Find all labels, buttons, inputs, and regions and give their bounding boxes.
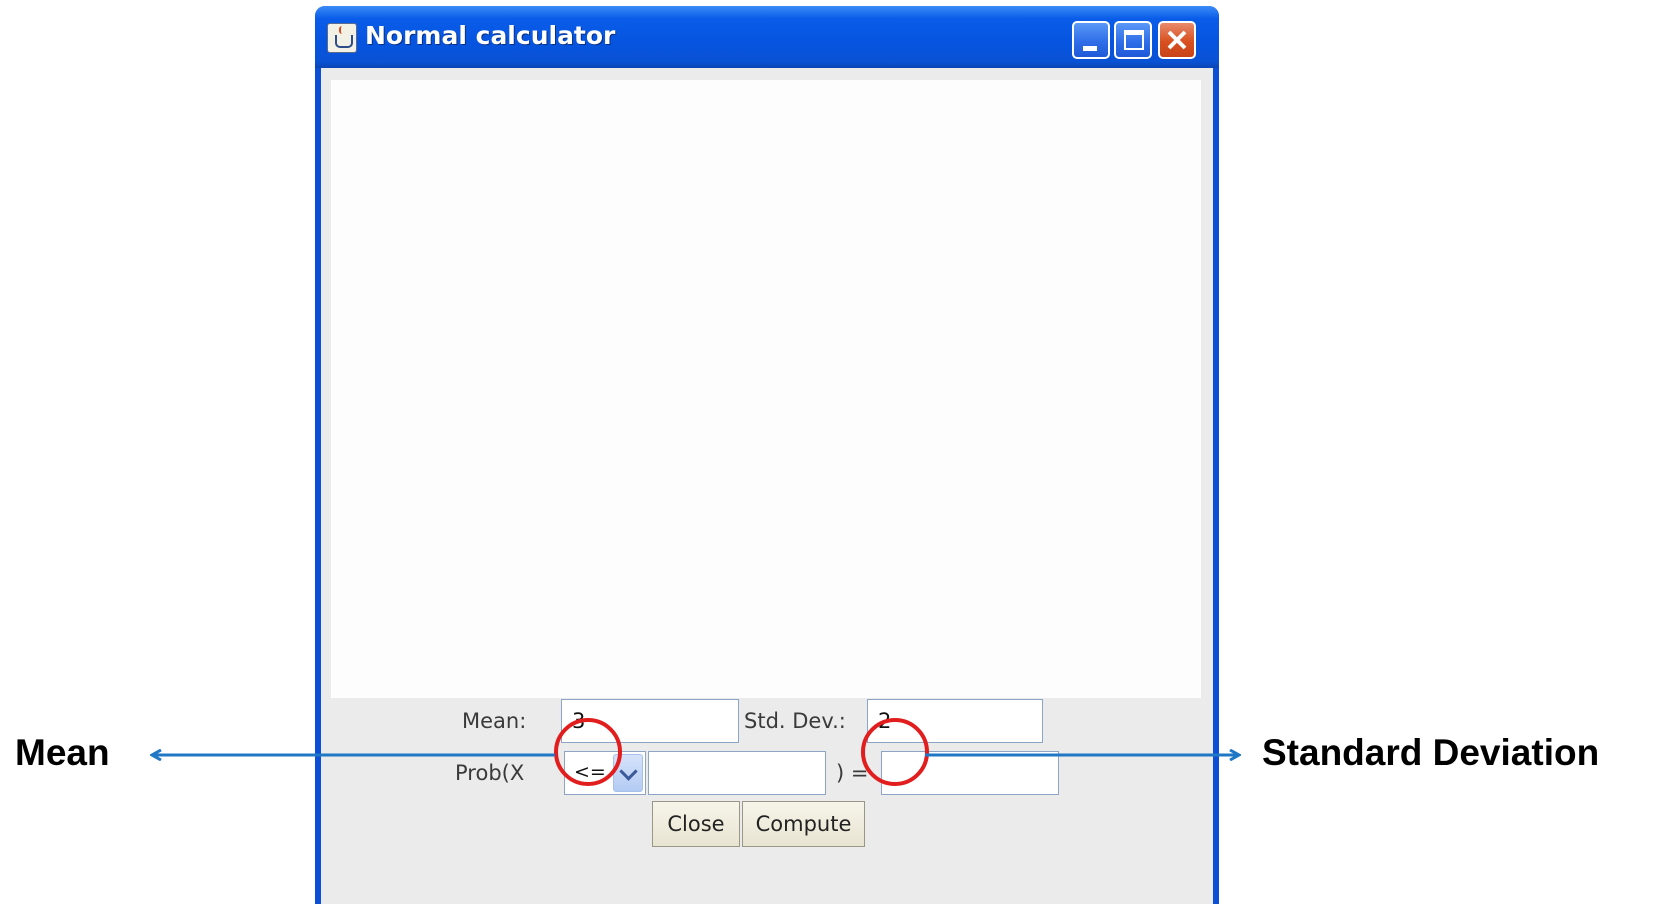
- mean-label: Mean:: [462, 709, 527, 733]
- x-value-input[interactable]: [648, 751, 826, 795]
- stddev-annotation: Standard Deviation: [1262, 732, 1600, 773]
- equals-label: ) =: [836, 761, 869, 785]
- operator-select[interactable]: <=: [564, 751, 646, 795]
- normal-calculator-window: Normal calculator Mean: Std. Dev.: Prob(…: [315, 6, 1219, 904]
- prob-label: Prob(X: [455, 761, 525, 785]
- stddev-label: Std. Dev.:: [744, 709, 846, 733]
- close-window-button[interactable]: [1158, 21, 1196, 59]
- maximize-icon: [1124, 30, 1144, 50]
- minimize-button[interactable]: [1072, 21, 1110, 59]
- close-icon: [1167, 30, 1187, 50]
- compute-button[interactable]: Compute: [742, 801, 865, 847]
- minimize-icon: [1083, 46, 1097, 51]
- operator-value: <=: [574, 761, 606, 783]
- maximize-button[interactable]: [1114, 21, 1152, 59]
- mean-input[interactable]: [561, 699, 739, 743]
- result-field[interactable]: [881, 751, 1059, 795]
- title-bar[interactable]: Normal calculator: [315, 6, 1219, 68]
- plot-canvas: [331, 80, 1201, 698]
- window-client-area: Mean: Std. Dev.: Prob(X <= ) = Close Com…: [321, 68, 1213, 904]
- java-app-icon: [327, 23, 357, 53]
- window-title: Normal calculator: [365, 21, 616, 50]
- mean-annotation: Mean: [15, 732, 110, 773]
- close-button[interactable]: Close: [652, 801, 740, 847]
- stddev-input[interactable]: [867, 699, 1043, 743]
- dropdown-button[interactable]: [613, 754, 643, 792]
- chevron-down-icon: [619, 762, 638, 781]
